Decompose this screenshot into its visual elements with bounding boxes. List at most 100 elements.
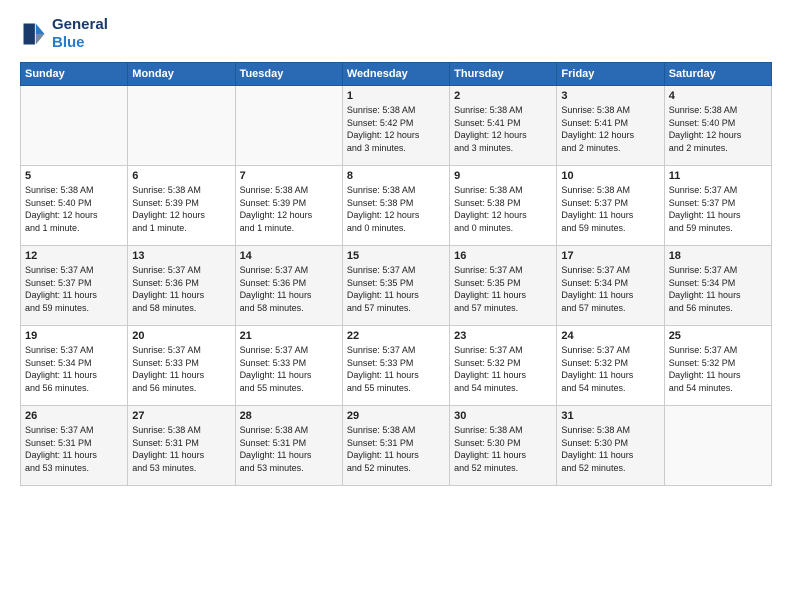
day-number: 9 — [454, 170, 552, 182]
weekday-header-monday: Monday — [128, 63, 235, 86]
day-info: Sunrise: 5:37 AM Sunset: 5:34 PM Dayligh… — [25, 344, 123, 394]
day-info: Sunrise: 5:38 AM Sunset: 5:41 PM Dayligh… — [561, 104, 659, 154]
logo: General Blue — [20, 16, 108, 52]
day-number: 29 — [347, 410, 445, 422]
day-info: Sunrise: 5:38 AM Sunset: 5:40 PM Dayligh… — [669, 104, 767, 154]
calendar-cell: 8 Sunrise: 5:38 AM Sunset: 5:38 PM Daylig… — [342, 166, 449, 246]
day-info: Sunrise: 5:37 AM Sunset: 5:34 PM Dayligh… — [561, 264, 659, 314]
calendar-cell: 5 Sunrise: 5:38 AM Sunset: 5:40 PM Daylig… — [21, 166, 128, 246]
day-number: 22 — [347, 330, 445, 342]
day-info: Sunrise: 5:37 AM Sunset: 5:32 PM Dayligh… — [669, 344, 767, 394]
day-number: 19 — [25, 330, 123, 342]
calendar-cell: 12 Sunrise: 5:37 AM Sunset: 5:37 PM Dayli… — [21, 246, 128, 326]
calendar-cell: 31 Sunrise: 5:38 AM Sunset: 5:30 PM Dayli… — [557, 406, 664, 486]
calendar-week-2: 5 Sunrise: 5:38 AM Sunset: 5:40 PM Daylig… — [21, 166, 772, 246]
calendar-cell: 17Sunrise: 5:37 AM Sunset: 5:34 PM Dayli… — [557, 246, 664, 326]
calendar-week-3: 12 Sunrise: 5:37 AM Sunset: 5:37 PM Dayli… — [21, 246, 772, 326]
day-number: 3 — [561, 90, 659, 102]
calendar-cell: 4 Sunrise: 5:38 AM Sunset: 5:40 PM Daylig… — [664, 86, 771, 166]
day-number: 18 — [669, 250, 767, 262]
calendar-cell: 15Sunrise: 5:37 AM Sunset: 5:35 PM Dayli… — [342, 246, 449, 326]
day-number: 31 — [561, 410, 659, 422]
calendar-cell: 9 Sunrise: 5:38 AM Sunset: 5:38 PM Daylig… — [450, 166, 557, 246]
day-info: Sunrise: 5:38 AM Sunset: 5:31 PM Dayligh… — [347, 424, 445, 474]
calendar-cell: 21Sunrise: 5:37 AM Sunset: 5:33 PM Dayli… — [235, 326, 342, 406]
day-info: Sunrise: 5:37 AM Sunset: 5:33 PM Dayligh… — [132, 344, 230, 394]
day-info: Sunrise: 5:37 AM Sunset: 5:37 PM Dayligh… — [25, 264, 123, 314]
calendar-cell: 22 Sunrise: 5:37 AM Sunset: 5:33 PM Dayli… — [342, 326, 449, 406]
calendar-cell: 11 Sunrise: 5:37 AM Sunset: 5:37 PM Dayli… — [664, 166, 771, 246]
day-number: 4 — [669, 90, 767, 102]
day-number: 27 — [132, 410, 230, 422]
day-number: 14 — [240, 250, 338, 262]
calendar-cell — [664, 406, 771, 486]
calendar-week-5: 26 Sunrise: 5:37 AM Sunset: 5:31 PM Dayli… — [21, 406, 772, 486]
day-info: Sunrise: 5:38 AM Sunset: 5:31 PM Dayligh… — [132, 424, 230, 474]
calendar-cell: 13 Sunrise: 5:37 AM Sunset: 5:36 PM Dayli… — [128, 246, 235, 326]
day-number: 20 — [132, 330, 230, 342]
calendar-cell: 26 Sunrise: 5:37 AM Sunset: 5:31 PM Dayli… — [21, 406, 128, 486]
calendar-cell: 30Sunrise: 5:38 AM Sunset: 5:30 PM Dayli… — [450, 406, 557, 486]
day-info: Sunrise: 5:38 AM Sunset: 5:37 PM Dayligh… — [561, 184, 659, 234]
calendar-cell: 28 Sunrise: 5:38 AM Sunset: 5:31 PM Dayli… — [235, 406, 342, 486]
day-number: 13 — [132, 250, 230, 262]
day-number: 28 — [240, 410, 338, 422]
calendar-cell — [128, 86, 235, 166]
day-number: 2 — [454, 90, 552, 102]
calendar-cell: 29 Sunrise: 5:38 AM Sunset: 5:31 PM Dayli… — [342, 406, 449, 486]
day-info: Sunrise: 5:37 AM Sunset: 5:32 PM Dayligh… — [561, 344, 659, 394]
day-number: 6 — [132, 170, 230, 182]
calendar-cell: 18Sunrise: 5:37 AM Sunset: 5:34 PM Dayli… — [664, 246, 771, 326]
day-info: Sunrise: 5:38 AM Sunset: 5:39 PM Dayligh… — [132, 184, 230, 234]
day-info: Sunrise: 5:37 AM Sunset: 5:35 PM Dayligh… — [454, 264, 552, 314]
day-number: 5 — [25, 170, 123, 182]
calendar-cell: 10 Sunrise: 5:38 AM Sunset: 5:37 PM Dayli… — [557, 166, 664, 246]
calendar-cell: 25 Sunrise: 5:37 AM Sunset: 5:32 PM Dayli… — [664, 326, 771, 406]
logo-icon — [20, 20, 48, 48]
calendar-cell: 20 Sunrise: 5:37 AM Sunset: 5:33 PM Dayli… — [128, 326, 235, 406]
day-info: Sunrise: 5:38 AM Sunset: 5:40 PM Dayligh… — [25, 184, 123, 234]
day-number: 12 — [25, 250, 123, 262]
day-info: Sunrise: 5:38 AM Sunset: 5:38 PM Dayligh… — [454, 184, 552, 234]
day-number: 26 — [25, 410, 123, 422]
day-number: 8 — [347, 170, 445, 182]
day-number: 23 — [454, 330, 552, 342]
calendar-cell: 3 Sunrise: 5:38 AM Sunset: 5:41 PM Daylig… — [557, 86, 664, 166]
calendar-cell: 27 Sunrise: 5:38 AM Sunset: 5:31 PM Dayli… — [128, 406, 235, 486]
day-number: 7 — [240, 170, 338, 182]
day-number: 30 — [454, 410, 552, 422]
calendar-cell: 2Sunrise: 5:38 AM Sunset: 5:41 PM Daylig… — [450, 86, 557, 166]
weekday-header-wednesday: Wednesday — [342, 63, 449, 86]
calendar-cell: 24Sunrise: 5:37 AM Sunset: 5:32 PM Dayli… — [557, 326, 664, 406]
day-number: 25 — [669, 330, 767, 342]
day-number: 10 — [561, 170, 659, 182]
calendar-cell: 7 Sunrise: 5:38 AM Sunset: 5:39 PM Daylig… — [235, 166, 342, 246]
day-info: Sunrise: 5:38 AM Sunset: 5:30 PM Dayligh… — [561, 424, 659, 474]
calendar-cell: 1Sunrise: 5:38 AM Sunset: 5:42 PM Daylig… — [342, 86, 449, 166]
calendar-week-4: 19 Sunrise: 5:37 AM Sunset: 5:34 PM Dayli… — [21, 326, 772, 406]
weekday-header-thursday: Thursday — [450, 63, 557, 86]
day-info: Sunrise: 5:37 AM Sunset: 5:36 PM Dayligh… — [132, 264, 230, 314]
day-info: Sunrise: 5:37 AM Sunset: 5:36 PM Dayligh… — [240, 264, 338, 314]
calendar-cell: 14 Sunrise: 5:37 AM Sunset: 5:36 PM Dayli… — [235, 246, 342, 326]
day-info: Sunrise: 5:37 AM Sunset: 5:31 PM Dayligh… — [25, 424, 123, 474]
page-container: General Blue SundayMondayTuesdayWednesda… — [0, 0, 792, 496]
calendar-cell: 23Sunrise: 5:37 AM Sunset: 5:32 PM Dayli… — [450, 326, 557, 406]
day-info: Sunrise: 5:37 AM Sunset: 5:33 PM Dayligh… — [240, 344, 338, 394]
weekday-header-saturday: Saturday — [664, 63, 771, 86]
day-info: Sunrise: 5:38 AM Sunset: 5:31 PM Dayligh… — [240, 424, 338, 474]
day-info: Sunrise: 5:37 AM Sunset: 5:35 PM Dayligh… — [347, 264, 445, 314]
day-info: Sunrise: 5:37 AM Sunset: 5:37 PM Dayligh… — [669, 184, 767, 234]
day-number: 1 — [347, 90, 445, 102]
weekday-header-friday: Friday — [557, 63, 664, 86]
day-number: 11 — [669, 170, 767, 182]
logo-text: General Blue — [52, 16, 108, 52]
day-info: Sunrise: 5:38 AM Sunset: 5:39 PM Dayligh… — [240, 184, 338, 234]
day-info: Sunrise: 5:38 AM Sunset: 5:38 PM Dayligh… — [347, 184, 445, 234]
day-number: 16 — [454, 250, 552, 262]
calendar-cell — [235, 86, 342, 166]
calendar-table: SundayMondayTuesdayWednesdayThursdayFrid… — [20, 62, 772, 486]
header: General Blue — [20, 16, 772, 52]
calendar-cell — [21, 86, 128, 166]
day-info: Sunrise: 5:37 AM Sunset: 5:33 PM Dayligh… — [347, 344, 445, 394]
